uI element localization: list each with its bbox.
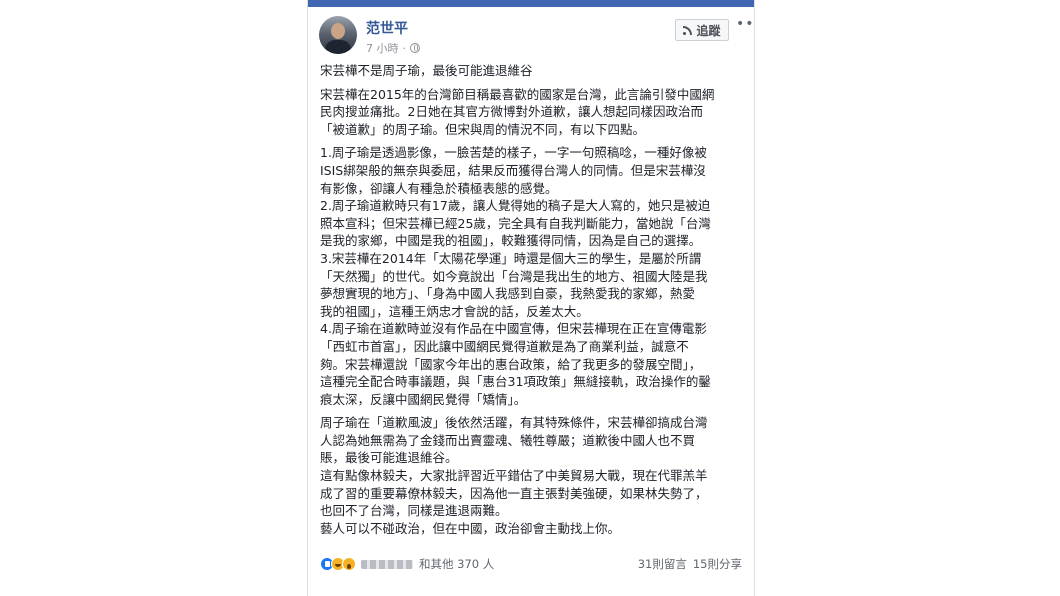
post-text-line: 「西虹市首富」，因此讓中國網民覺得道歉是為了商業利益，誠意不 (320, 338, 689, 354)
avatar[interactable] (319, 16, 357, 54)
avatar-face (331, 23, 345, 39)
top-bar (308, 0, 754, 7)
post-footer: 和其他 370 人 31則留言 15則分享 (320, 553, 742, 575)
post-text-line: 夠。宋芸樺還說「國家今年出的惠台政策，給了我更多的發展空間」， (320, 356, 702, 372)
post-text-line: 藝人可以不碰政治，但在中國，政治卻會主動找上你。 (320, 520, 621, 536)
globe-icon (410, 43, 420, 53)
post-stats: 31則留言 15則分享 (638, 556, 742, 572)
post-text-line: 宋芸樺不是周子瑜，最後可能進退維谷 (320, 63, 533, 78)
reaction-count[interactable]: 和其他 370 人 (419, 556, 494, 572)
rss-icon (683, 25, 693, 35)
post-text-line: 這有點像林毅夫，大家批評習近平錯估了中美貿易大戰，現在代罪羔羊 (320, 468, 708, 484)
follow-label: 追蹤 (696, 23, 721, 38)
post-text-line: 賬，最後可能進退維谷。 (320, 450, 458, 466)
post-text-line: 4.周子瑜在道歉時並沒有作品在中國宣傳，但宋芸樺現在正在宣傳電影 (320, 321, 707, 337)
post-text-line: 民肉搜並痛批。2日她在其官方微博對外道歉，讓人想起同樣因政治而 (320, 104, 703, 120)
post-text-line: 有影像，卻讓人有種急於積極表態的感覺。 (320, 180, 558, 196)
post-text-line: 痕太深，反讓中國網民覺得「矯情」。 (320, 391, 527, 407)
post-text-line: 我的祖國」，這種王炳忠才會說的話，反差太大。 (320, 303, 589, 319)
post-text-line: 夢想實現的地方」、「身為中國人我感到自豪，我熱愛我的家鄉，熱愛 (320, 286, 696, 302)
post-text-line: ISIS綁架般的無奈與委屈，結果反而獲得台灣人的同情。但是宋芸樺沒 (320, 162, 706, 178)
shares-count[interactable]: 15則分享 (693, 556, 742, 572)
comments-count[interactable]: 31則留言 (638, 556, 687, 572)
post-meta: 7 小時 · (366, 40, 420, 56)
separator-dot: · (402, 41, 407, 55)
post-time[interactable]: 7 小時 (366, 40, 399, 56)
avatar-suit (325, 40, 351, 54)
post-text-line: 周子瑜在「道歉風波」後依然活躍，有其特殊條件，宋芸樺卻搞成台灣 (320, 415, 708, 431)
post-text-line: 「被道歉」的周子瑜。但宋與周的情況不同，有以下四點。 (320, 121, 646, 137)
follow-button[interactable]: 追蹤 (675, 19, 729, 41)
blurred-names (361, 559, 413, 569)
post-text-line: 成了習的重要幕僚林毅夫，因為他一直主張對美強硬，如果林失勢了， (320, 485, 708, 501)
post-text-line: 也回不了台灣，同樣是進退兩難。 (320, 503, 508, 519)
post-text-line: 宋芸樺在2015年的台灣節目稱最喜歡的國家是台灣，此言論引發中國網 (320, 86, 715, 102)
wow-reaction-icon[interactable] (342, 557, 356, 571)
post-text-line: 2.周子瑜道歉時只有17歲，讓人覺得她的稿子是大人寫的，她只是被迫 (320, 198, 711, 214)
post-text-line: 這種完全配合時事議題，與「惠台31項政策」無縫接軌，政治操作的鑿 (320, 374, 711, 390)
screenshot: 范世平 7 小時 · 追蹤 ••• 宋芸樺不是周子瑜，最後可能進退維谷宋芸樺在2… (0, 0, 1060, 596)
post-text-line: 是我的家鄉，中國是我的祖國」，較難獲得同情，因為是自己的選擇。 (320, 233, 702, 249)
post-body: 宋芸樺不是周子瑜，最後可能進退維谷宋芸樺在2015年的台灣節目稱最喜歡的國家是台… (320, 62, 748, 537)
more-options-icon[interactable]: ••• (736, 16, 754, 32)
post-text-line: 「天然獨」的世代。如今竟說出「台灣是我出生的地方、祖國大陸是我 (320, 268, 708, 284)
facebook-post: 范世平 7 小時 · 追蹤 ••• 宋芸樺不是周子瑜，最後可能進退維谷宋芸樺在2… (307, 0, 755, 596)
author-name[interactable]: 范世平 (366, 18, 408, 38)
post-text-line: 人認為她無需為了金錢而出賣靈魂、犧牲尊嚴；道歉後中國人也不買 (320, 432, 696, 448)
post-text-line: 1.周子瑜是透過影像，一臉苦楚的樣子，一字一句照稿唸，一種好像被 (320, 145, 707, 161)
post-text-line: 照本宣科；但宋芸樺已經25歲，完全具有自我判斷能力，當她說「台灣 (320, 215, 711, 231)
post-text-line: 3.宋芸樺在2014年「太陽花學運」時還是個大三的學生，是屬於所謂 (320, 250, 702, 266)
